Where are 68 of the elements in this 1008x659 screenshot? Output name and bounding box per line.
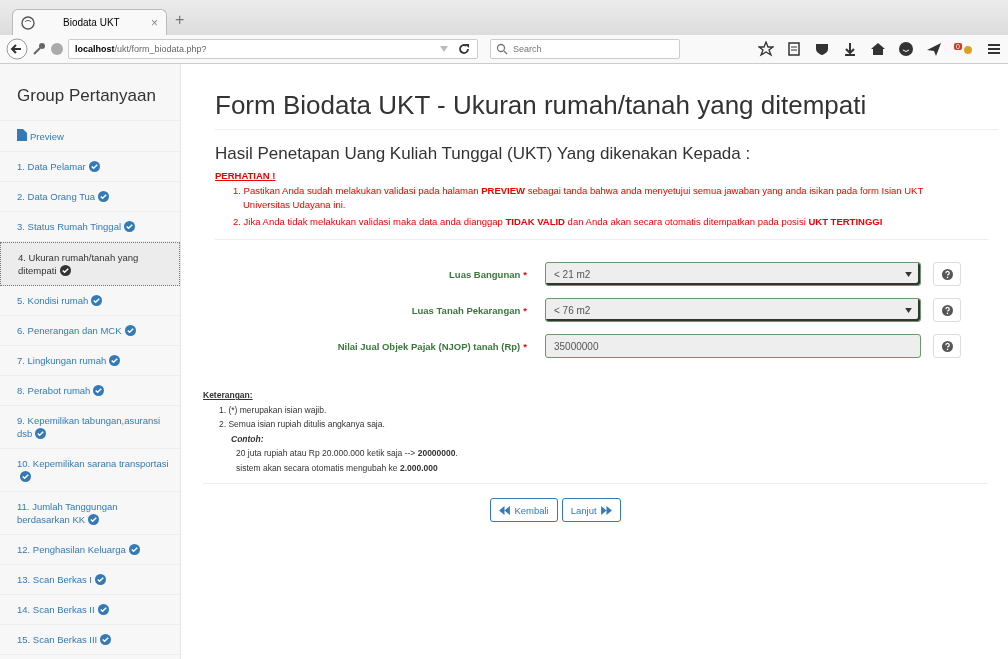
example-text: sistem akan secara otomatis mengubah ke 2.000.000 [235,461,439,475]
question-icon [941,340,953,352]
sidebar-item[interactable]: 2. Data Orang Tua [0,182,180,212]
key-icon [32,42,46,56]
address-bar[interactable]: localhost/ukt/form_biodata.php? [68,39,478,59]
input-field[interactable]: 35000000 [545,334,921,358]
warning-text: 2. Jika Anda tidak melakukan validasi maka data anda dianggap TIDAK VALID dan Anda akan secara otomatis ditempatkan pada posisi UKT TERTINGGI [233,215,884,229]
clipboard-icon[interactable] [786,41,803,57]
sidebar-item[interactable]: 14. Scan Berkas II [0,595,180,625]
field-label: Luas Tanah Pekarangan * [410,304,528,316]
example-text: 20 juta rupiah atau Rp 20.000.000 ketik saja --> 20000000. [235,447,459,460]
reload-icon[interactable] [457,42,471,56]
tab-close-button[interactable]: × [151,15,158,30]
send-icon[interactable] [926,41,943,57]
sidebar-item[interactable]: 9. Kepemilikan tabungan,asuransi dsb [0,406,180,449]
shield-icon[interactable] [814,41,831,57]
menu-icon[interactable] [986,41,1002,57]
sidebar-item[interactable]: 5. Kondisi rumah [0,286,180,316]
sidebar-item[interactable]: 13. Scan Berkas I [0,565,180,595]
rewind-icon [499,505,511,515]
sidebar-item[interactable]: 12. Penghasilan Keluarga [0,535,180,565]
url-text: localhost/ukt/form_biodata.php? [75,44,207,54]
sidebar-item[interactable]: 8. Perabot rumah [0,376,180,406]
question-icon [941,268,953,280]
browser-tab[interactable]: Biodata UKT × [12,9,167,35]
sidebar-item[interactable]: 1. Data Pelamar [0,152,180,182]
sidebar-item[interactable]: 11. Jumlah Tanggungan berdasarkan KK [0,492,180,535]
help-button[interactable] [933,334,961,358]
tab-title: Biodata UKT [62,17,121,28]
new-tab-button[interactable]: + [175,11,185,29]
note-text: 2. Semua isian rupiah ditulis angkanya saja. [218,418,386,431]
page-title: Form Biodata UKT - Ukuran rumah/tanah yang ditempati [215,90,998,130]
section-title: Hasil Penetapan Uang Kuliah Tunggal (UKT) Yang dikenakan Kepada : [215,144,752,164]
smiley-icon[interactable] [898,41,915,57]
caret-icon [905,271,912,277]
note-text: 1. (*) merupakan isian wajib. [218,403,328,417]
sidebar-item[interactable]: 10. Kepemilikan sarana transportasi [0,449,180,492]
sidebar-item[interactable]: 4. Ukuran rumah/tanah yang ditempati [0,242,180,286]
warning-text: 1. Pastikan Anda sudah melakukan validasi pada halaman PREVIEW sebagai tanda bahwa anda menyetujui semua jawaban yang anda isikan pada form Isian UKT Universitas Udayana ini. [233,184,925,212]
sidebar-item[interactable]: 7. Lingkungan rumah [0,346,180,376]
caret-icon [905,307,912,313]
back-icon[interactable] [6,38,28,60]
fast-forward-icon [600,505,612,515]
sidebar-item[interactable]: 15. Scan Berkas III [0,625,180,655]
help-button[interactable] [933,262,961,286]
next-button[interactable]: Lanjut [561,498,621,522]
warning-title: PERHATIAN ! [215,170,277,181]
search-field[interactable]: Search [490,39,680,59]
required-mark: * [523,340,527,352]
example-title: Contoh: [230,432,265,446]
sidebar-title: Group Pertanyaan [0,64,180,121]
sidebar-item[interactable]: 6. Penerangan dan MCK [0,316,180,346]
question-icon [941,304,953,316]
select-field[interactable]: < 76 m2 [545,298,921,322]
back-button[interactable]: Kembali [490,498,558,522]
star-icon[interactable] [758,41,775,57]
select-field[interactable]: < 21 m2 [545,262,921,286]
notes-title: Keterangan: [203,389,254,402]
select-value: < 21 m2 [554,268,591,280]
home-icon[interactable] [870,41,887,57]
field-label: Luas Bangunan * [448,268,528,280]
field-label: Nilai Jual Objek Pajak (NJOP) tanah (Rp) * [336,340,528,352]
help-button[interactable] [933,298,961,322]
required-mark: * [523,268,527,280]
required-mark: * [523,304,527,316]
sidebar-item[interactable]: Preview [0,121,180,152]
select-value: < 76 m2 [554,304,591,316]
file-icon [17,129,27,141]
